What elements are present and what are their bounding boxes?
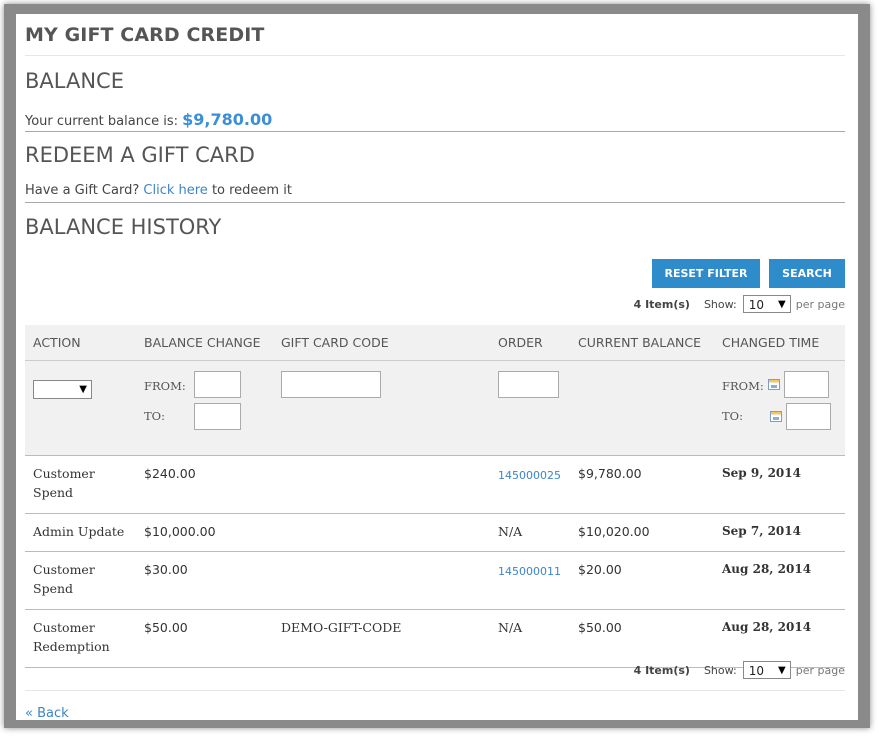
items-count: 4 Item(s) [633,297,690,311]
table-row: Customer Spend $30.00 145000011 $20.00 Au… [25,551,845,610]
action-cell-line2: Spend [33,581,74,596]
balance-change-cell: $10,000.00 [136,513,273,552]
balance-line: Your current balance is: $9,780.00 [25,110,272,129]
reset-filter-button[interactable]: RESET FILTER [652,259,760,288]
balance-change-to-input[interactable] [193,403,241,430]
balance-change-from-input[interactable] [193,371,241,398]
action-cell: Customer [33,466,95,481]
balance-section: BALANCE [25,69,124,93]
gift-card-code-cell: DEMO-GIFT-CODE [273,609,490,668]
chevron-down-icon: ▼ [778,665,786,676]
back-link[interactable]: « Back [25,706,69,720]
per-page-select[interactable]: 10 ▼ [742,295,791,313]
order-cell: N/A [490,609,570,668]
balance-amount: $9,780.00 [182,110,273,129]
to-label: TO: [144,409,165,423]
divider [25,690,845,691]
per-page-label: per page [795,663,845,677]
per-page-value: 10 [748,298,765,312]
current-balance-cell: $20.00 [570,551,714,610]
pager-top: 4 Item(s) Show: 10 ▼ per page [25,295,845,313]
current-balance-cell: $9,780.00 [570,455,714,514]
column-header-gift-card-code[interactable]: GIFT CARD CODE [273,325,490,361]
chevron-down-icon: ▼ [778,299,786,310]
to-label: TO: [722,409,743,423]
order-cell: N/A [490,513,570,552]
order-filter-input[interactable] [498,371,559,398]
column-header-balance-change[interactable]: BALANCE CHANGE [136,325,273,361]
changed-time-from-input[interactable] [783,371,829,398]
page-title: MY GIFT CARD CREDIT [25,14,845,56]
order-link[interactable]: 145000011 [498,565,561,578]
per-page-value: 10 [748,664,765,678]
table-row: Admin Update $10,000.00 N/A $10,020.00 S… [25,513,845,552]
redeem-heading: REDEEM A GIFT CARD [25,143,255,167]
gift-card-code-cell [273,551,490,610]
history-heading: BALANCE HISTORY [25,215,222,239]
search-button[interactable]: SEARCH [769,259,845,288]
gift-card-code-cell [273,455,490,514]
pager-bottom: 4 Item(s) Show: 10 ▼ per page [25,661,845,679]
action-cell: Customer [33,620,95,635]
balance-change-cell: $30.00 [136,551,273,610]
current-balance-cell: $10,020.00 [570,513,714,552]
balance-history-table: ACTION BALANCE CHANGE GIFT CARD CODE ORD… [25,325,845,668]
redeem-prefix: Have a Gift Card? [25,183,140,198]
redeem-link[interactable]: Click here [143,183,207,198]
redeem-suffix: to redeem it [211,183,292,198]
redeem-line: Have a Gift Card? Click here to redeem i… [25,183,292,198]
redeem-section: REDEEM A GIFT CARD [25,143,255,167]
items-count: 4 Item(s) [633,663,690,677]
balance-text: Your current balance is: [25,114,178,129]
main-panel: MY GIFT CARD CREDIT BALANCE Your current… [16,14,858,720]
changed-time-cell: Aug 28, 2014 [714,609,845,668]
changed-time-to-input[interactable] [785,403,831,430]
filter-row: ▼ FROM: TO: FROM: TO: [25,360,845,456]
from-label: FROM: [722,379,764,393]
column-header-order[interactable]: ORDER [490,325,570,361]
from-label: FROM: [144,379,186,393]
action-filter-select[interactable]: ▼ [33,380,92,399]
balance-change-cell: $240.00 [136,455,273,514]
calendar-icon[interactable] [767,379,780,390]
show-label: Show: [703,297,737,311]
current-balance-cell: $50.00 [570,609,714,668]
divider [25,202,845,203]
chevron-down-icon: ▼ [79,384,87,395]
column-header-changed-time[interactable]: CHANGED TIME [714,325,845,361]
action-cell-line2: Redemption [33,639,110,654]
history-section: BALANCE HISTORY [25,215,221,239]
table-row: Customer Spend $240.00 145000025 $9,780.0… [25,455,845,514]
window-frame: MY GIFT CARD CREDIT BALANCE Your current… [4,4,870,728]
table-row: Customer Redemption $50.00 DEMO-GIFT-CODE… [25,609,845,668]
per-page-label: per page [795,297,845,311]
action-cell: Admin Update [25,513,136,552]
action-cell-line2: Spend [33,485,74,500]
calendar-icon[interactable] [769,411,782,422]
order-link[interactable]: 145000025 [498,469,561,482]
per-page-select[interactable]: 10 ▼ [742,661,791,679]
changed-time-cell: Sep 9, 2014 [714,455,845,514]
changed-time-cell: Sep 7, 2014 [714,513,845,552]
column-header-current-balance[interactable]: CURRENT BALANCE [570,325,714,361]
show-label: Show: [703,663,737,677]
action-cell: Customer [33,562,95,577]
column-header-action[interactable]: ACTION [25,325,136,361]
content: MY GIFT CARD CREDIT BALANCE Your current… [25,14,845,720]
balance-change-cell: $50.00 [136,609,273,668]
balance-heading: BALANCE [25,69,124,93]
divider [25,131,845,132]
changed-time-cell: Aug 28, 2014 [714,551,845,610]
gift-card-code-cell [273,513,490,552]
gift-card-code-filter-input[interactable] [281,371,381,398]
